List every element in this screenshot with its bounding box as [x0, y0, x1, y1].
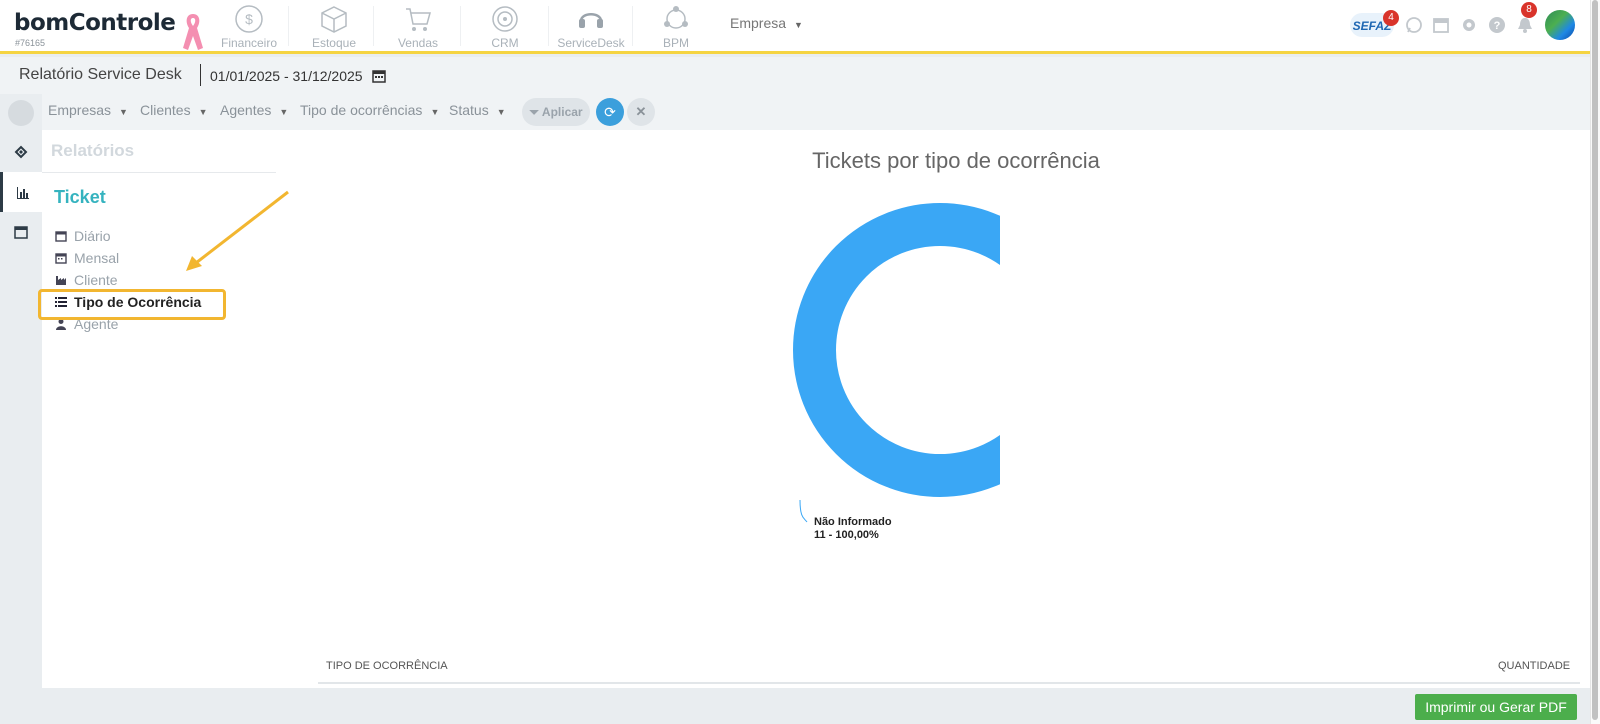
calendar-icon [14, 226, 28, 239]
close-icon: ✕ [635, 104, 647, 119]
svg-text:$: $ [245, 11, 253, 27]
industry-icon [54, 274, 67, 286]
chevron-down-icon: ▼ [198, 107, 208, 117]
ticket-icon [14, 145, 28, 159]
bar-chart-icon [16, 187, 29, 199]
refresh-icon: ⟳ [604, 104, 616, 120]
help-icon[interactable]: ? [1488, 16, 1506, 34]
filter-empresas[interactable]: Empresas ▼ [48, 102, 128, 118]
chevron-down-icon: ▼ [279, 107, 289, 117]
module-estoque-label: Estoque [311, 36, 357, 50]
filter-agentes-label: Agentes [220, 102, 272, 118]
calendar-icon[interactable] [1432, 16, 1450, 34]
bell-icon[interactable] [1516, 16, 1534, 34]
company-dropdown-label: Empresa [730, 15, 787, 31]
side-menu-section-ticket: Ticket [54, 187, 106, 207]
module-bpm[interactable]: BPM [636, 4, 716, 50]
box-icon [321, 6, 347, 33]
side-menu-item-label: Diário [74, 228, 111, 244]
rail-toggle-button[interactable] [8, 100, 34, 126]
slice-label-0: Não Informado [814, 516, 892, 528]
filter-status[interactable]: Status ▼ [449, 102, 506, 118]
cart-icon [406, 8, 431, 31]
filter-icon: ⏷ [529, 105, 540, 119]
module-crm-label: CRM [491, 36, 519, 50]
filter-clientes-label: Clientes [140, 102, 191, 118]
chevron-down-icon: ▼ [119, 107, 128, 117]
scrollbar-thumb[interactable] [1592, 0, 1598, 720]
company-dropdown[interactable]: Empresa ▼ [730, 15, 803, 31]
awareness-ribbon-icon [183, 14, 203, 50]
slice-label-1: 11 - 100,00% [814, 529, 879, 541]
module-financeiro[interactable]: $ Financeiro [209, 4, 289, 50]
module-financeiro-label: Financeiro [220, 36, 278, 50]
page-title: Relatório Service Desk [19, 66, 182, 83]
donut-chart: Não Informado11 - 100,00% [793, 203, 1001, 541]
donut-slice-0[interactable] [793, 203, 1001, 497]
chevron-down-icon: ▼ [794, 20, 803, 30]
chevron-down-icon: ▼ [496, 107, 506, 117]
label-leader-line [799, 499, 808, 523]
filter-clientes[interactable]: Clientes ▼ [140, 102, 208, 118]
annotation-arrow [186, 190, 289, 271]
column-header-quantidade[interactable]: QUANTIDADE [1498, 660, 1570, 672]
dollar-icon: $ [235, 5, 263, 33]
module-crm[interactable]: CRM [465, 4, 545, 50]
clear-filters-button[interactable]: ✕ [627, 98, 655, 126]
avatar[interactable] [1545, 10, 1575, 40]
notifications-badge: 8 [1521, 2, 1537, 18]
chevron-down-icon: ▼ [430, 107, 440, 117]
column-header-tipo[interactable]: TIPO DE OCORRÊNCIA [326, 660, 448, 672]
side-menu-item-label: Cliente [74, 272, 118, 288]
apply-button[interactable]: ⏷ Aplicar [522, 98, 590, 126]
module-bpm-label: BPM [662, 36, 689, 50]
side-menu-item-diario[interactable]: Diário [54, 228, 111, 244]
module-servicedesk-label: ServiceDesk [557, 36, 625, 50]
target-icon [492, 6, 518, 32]
headset-icon [579, 13, 603, 28]
highlight-box [38, 289, 226, 320]
filter-tipo-ocorrencias-label: Tipo de ocorrências [300, 102, 423, 118]
filter-agentes[interactable]: Agentes ▼ [220, 102, 288, 118]
whatsapp-icon[interactable] [1405, 16, 1423, 34]
app-logo[interactable]: bomControle [14, 10, 176, 36]
svg-text:?: ? [1494, 20, 1501, 32]
module-vendas[interactable]: Vendas [378, 4, 458, 50]
calendar-icon [54, 230, 67, 242]
filter-tipo-ocorrencias[interactable]: Tipo de ocorrências ▼ [300, 102, 439, 118]
rail-tickets[interactable] [0, 132, 42, 172]
filter-status-label: Status [449, 102, 489, 118]
module-servicedesk[interactable]: ServiceDesk [551, 4, 631, 50]
chart-title: Tickets por tipo de ocorrência [812, 148, 1100, 173]
rail-reports[interactable] [0, 172, 42, 212]
filter-empresas-label: Empresas [48, 102, 112, 118]
side-menu-item-cliente[interactable]: Cliente [54, 272, 118, 288]
print-pdf-button[interactable]: Imprimir ou Gerar PDF [1415, 694, 1577, 720]
rail-calendar[interactable] [0, 212, 42, 252]
apply-button-label: Aplicar [541, 105, 583, 119]
date-range-picker[interactable]: 01/01/2025 - 31/12/2025 [210, 68, 387, 84]
side-menu-item-mensal[interactable]: Mensal [54, 250, 119, 266]
account-id: #76165 [15, 38, 46, 48]
network-icon [664, 6, 688, 29]
calendar-icon [54, 252, 67, 264]
sefaz-badge: 4 [1383, 10, 1399, 26]
side-menu-item-label: Mensal [74, 250, 120, 266]
date-range-value: 01/01/2025 - 31/12/2025 [210, 68, 363, 84]
calendar-icon [372, 70, 387, 83]
gear-icon[interactable] [1460, 16, 1478, 34]
module-estoque[interactable]: Estoque [294, 4, 374, 50]
side-menu-title: Relatórios [51, 141, 135, 160]
refresh-button[interactable]: ⟳ [596, 98, 624, 126]
module-vendas-label: Vendas [397, 36, 439, 50]
